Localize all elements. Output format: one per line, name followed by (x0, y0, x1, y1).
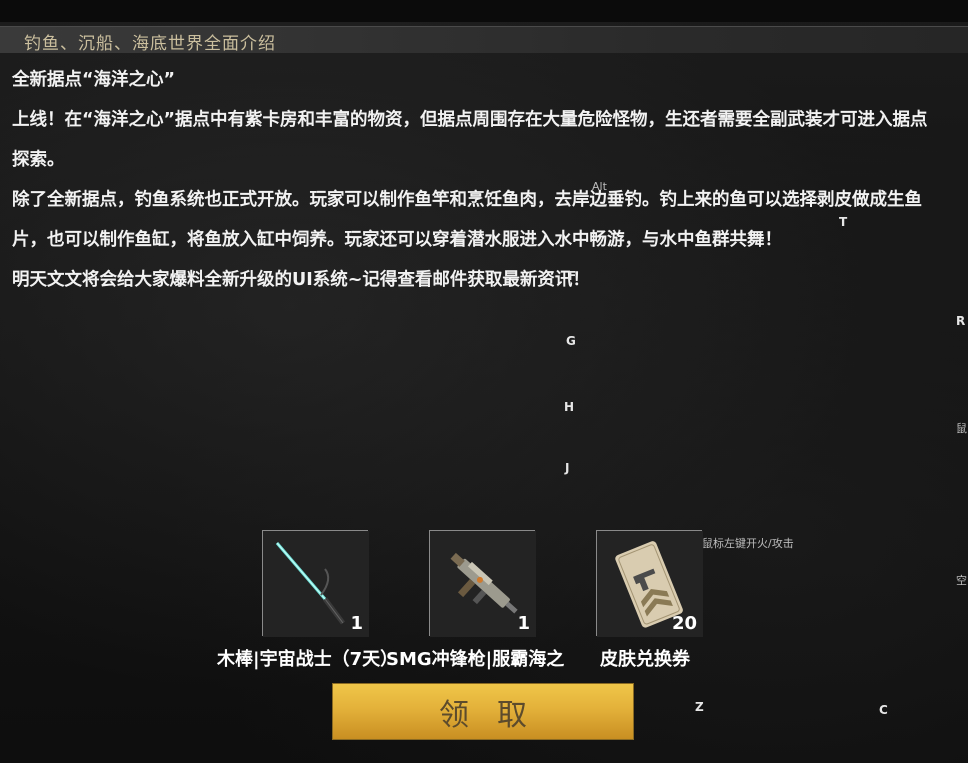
key-hint-c: C (879, 703, 888, 717)
paragraph-heading: 全新据点“海洋之心” (12, 70, 176, 90)
paragraph-preview: 明天文文将会给大家爆料全新升级的UI系统~记得查看邮件获取最新资讯！ (12, 270, 590, 290)
reward-name-smg: SMG冲锋枪|服霸海之 (386, 649, 565, 670)
mail-detail-panel: 钓鱼、沉船、海底世界全面介绍 全新据点“海洋之心” 上线！在“海洋之心”据点中有… (0, 0, 968, 763)
reward-slot-voucher[interactable]: 20 (596, 530, 703, 637)
key-hint-fire: 鼠标左键开火/攻击 (702, 537, 794, 550)
reward-slot-smg[interactable]: 1 (429, 530, 536, 637)
key-hint-j: J (565, 461, 570, 475)
mail-title: 钓鱼、沉船、海底世界全面介绍 (24, 34, 276, 54)
reward-quantity: 20 (671, 613, 697, 634)
mail-title-bar: 钓鱼、沉船、海底世界全面介绍 (0, 26, 968, 54)
key-hint-h: H (564, 400, 575, 414)
key-hint-z: Z (695, 700, 704, 714)
claim-button[interactable]: 领取 (332, 683, 634, 740)
claim-button-label: 领取 (439, 697, 555, 733)
top-strip (0, 0, 968, 22)
reward-name-staff: 木棒|宇宙战士（7天） (217, 649, 399, 670)
reward-quantity: 1 (517, 613, 530, 634)
paragraph-stronghold: 上线！在“海洋之心”据点中有紫卡房和丰富的物资，但据点周围存在大量危险怪物，生还… (12, 110, 928, 170)
key-hint-f: F (568, 269, 577, 283)
key-hint-t: T (839, 215, 848, 229)
key-hint-r: R (956, 314, 966, 328)
key-hint-mouse: 鼠 (956, 422, 967, 435)
reward-name-voucher: 皮肤兑换券 (600, 649, 690, 670)
reward-slot-staff[interactable]: 1 (262, 530, 369, 637)
key-hint-alt: Alt (592, 180, 607, 193)
key-hint-g: G (566, 334, 576, 348)
key-hint-space: 空 (956, 574, 967, 587)
reward-quantity: 1 (350, 613, 363, 634)
paragraph-fishing: 除了全新据点，钓鱼系统也正式开放。玩家可以制作鱼竿和烹饪鱼肉，去岸边垂钓。钓上来… (12, 190, 922, 250)
mail-body: 全新据点“海洋之心” 上线！在“海洋之心”据点中有紫卡房和丰富的物资，但据点周围… (12, 60, 942, 300)
